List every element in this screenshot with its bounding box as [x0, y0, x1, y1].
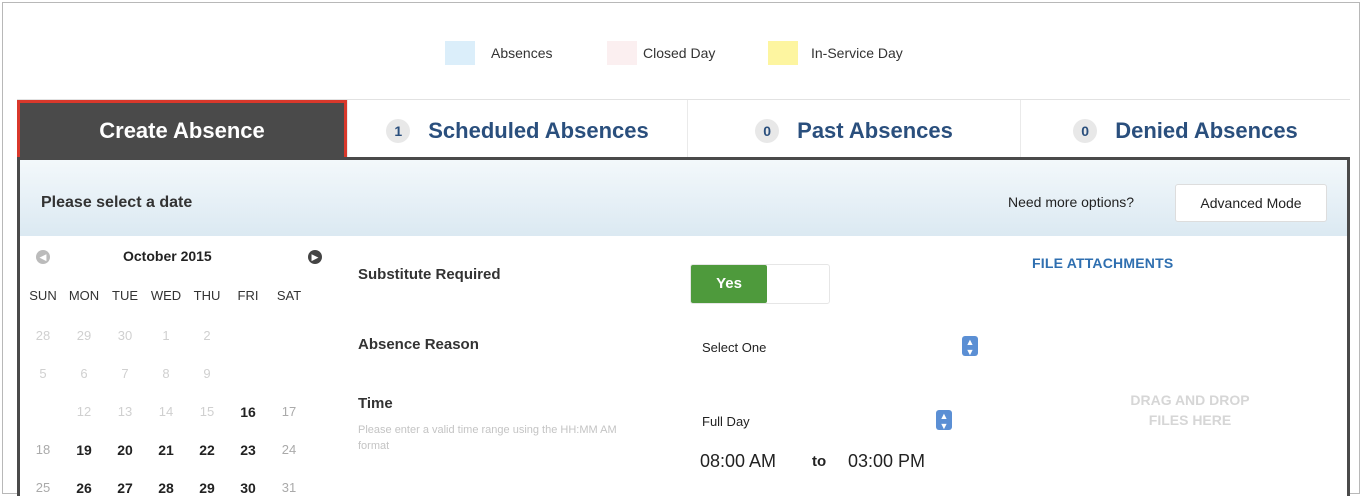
tab-past-absences[interactable]: 0 Past Absences — [687, 100, 1020, 162]
calendar-day: 18 — [35, 442, 51, 457]
calendar-day: 13 — [117, 404, 133, 419]
calendar-day[interactable]: 23 — [228, 442, 268, 458]
tab-scheduled-absences[interactable]: 1 Scheduled Absences — [347, 100, 687, 162]
calendar-day: 14 — [158, 404, 174, 419]
calendar-day[interactable]: 19 — [64, 442, 104, 458]
weekday-header: THU — [193, 288, 221, 303]
time-to-label: to — [812, 453, 827, 470]
time-format-hint: Please enter a valid time range using th… — [358, 424, 617, 452]
more-options-text: Need more options? — [1008, 194, 1135, 210]
legend-closed-day-label: Closed Day — [643, 45, 716, 61]
calendar-day: 7 — [121, 366, 129, 381]
absence-window: Absences Closed Day In-Service Day Creat… — [2, 2, 1360, 496]
panel-title: Please select a date — [41, 194, 193, 211]
drop-zone-line1: DRAG AND DROP — [1130, 392, 1250, 408]
time-range-select[interactable]: Full Day ▲ ▼ — [700, 410, 952, 434]
absence-reason-label: Absence Reason — [358, 336, 479, 353]
tab-past-absences-label: Past Absences — [797, 118, 953, 143]
past-count-badge: 0 — [755, 119, 780, 143]
create-absence-panel: Please select a date Need more options? … — [17, 157, 1350, 496]
calendar-day[interactable]: 22 — [187, 442, 227, 458]
legend-absences-label: Absences — [491, 45, 553, 61]
calendar-day: 6 — [80, 366, 88, 381]
substitute-required-label: Substitute Required — [358, 266, 501, 283]
substitute-toggle-yes: Yes — [691, 265, 767, 303]
weekday-header: FRI — [237, 288, 259, 303]
calendar-day: 5 — [39, 366, 47, 381]
end-time-input[interactable]: 03:00 PM — [848, 451, 925, 472]
time-label: Time — [358, 395, 393, 412]
drop-zone-line2: FILES HERE — [1148, 412, 1232, 428]
weekday-header: TUE — [112, 288, 138, 303]
absence-reason-select[interactable]: Select One ▲ ▼ — [700, 336, 978, 360]
calendar-day: 30 — [117, 328, 133, 343]
legend-closed-day-swatch — [607, 41, 637, 65]
calendar-day: 29 — [76, 328, 92, 343]
calendar-day: 12 — [76, 404, 92, 419]
calendar-day: 24 — [281, 442, 297, 457]
calendar-day: 31 — [281, 480, 297, 495]
calendar-day[interactable]: 28 — [146, 480, 186, 496]
prev-month-icon[interactable]: ◀ — [36, 250, 50, 264]
calendar-day[interactable]: 26 — [64, 480, 104, 496]
calendar-day[interactable]: 16 — [228, 404, 268, 420]
scheduled-count-badge: 1 — [386, 119, 411, 143]
legend: Absences Closed Day In-Service Day — [3, 41, 1359, 65]
next-month-icon[interactable]: ▶ — [308, 250, 322, 264]
denied-count-badge: 0 — [1073, 119, 1098, 143]
calendar-day[interactable]: 29 — [187, 480, 227, 496]
select-arrows-icon: ▲ ▼ — [936, 410, 952, 431]
panel-header: Please select a date Need more options? … — [20, 160, 1347, 236]
calendar-day: 2 — [203, 328, 211, 343]
start-time-input[interactable]: 08:00 AM — [700, 451, 776, 472]
calendar-day: 15 — [199, 404, 215, 419]
legend-absences-swatch — [445, 41, 475, 65]
calendar-day[interactable]: 21 — [146, 442, 186, 458]
calendar-day: 1 — [162, 328, 170, 343]
tab-create-absence-label: Create Absence — [99, 118, 265, 143]
calendar-day: 8 — [162, 366, 170, 381]
time-range-value: Full Day — [702, 414, 750, 429]
weekday-header: WED — [150, 288, 182, 303]
calendar-day: 25 — [35, 480, 51, 495]
tab-denied-absences-label: Denied Absences — [1115, 118, 1298, 143]
legend-in-service-swatch — [768, 41, 798, 65]
tab-create-absence[interactable]: Create Absence — [17, 100, 347, 162]
advanced-mode-button[interactable]: Advanced Mode — [1175, 184, 1327, 222]
calendar-day: 9 — [203, 366, 211, 381]
tab-scheduled-absences-label: Scheduled Absences — [428, 118, 649, 143]
tab-denied-absences[interactable]: 0 Denied Absences — [1020, 100, 1350, 162]
file-drop-zone[interactable]: DRAG AND DROP FILES HERE — [1050, 390, 1330, 430]
weekday-header: SAT — [276, 288, 302, 303]
calendar-day[interactable]: 30 — [228, 480, 268, 496]
calendar-day[interactable]: 20 — [105, 442, 145, 458]
legend-in-service-label: In-Service Day — [811, 45, 903, 61]
file-attachments-title: FILE ATTACHMENTS — [1032, 255, 1174, 271]
substitute-toggle[interactable]: Yes — [690, 264, 830, 304]
select-arrows-icon: ▲ ▼ — [962, 336, 978, 357]
calendar-month: October 2015 — [123, 248, 212, 264]
calendar-day: 28 — [35, 328, 51, 343]
absence-reason-value: Select One — [702, 340, 767, 355]
calendar-day: 17 — [281, 404, 297, 419]
absence-tabs: Create Absence 1 Scheduled Absences 0 Pa… — [17, 99, 1350, 162]
calendar-day[interactable]: 27 — [105, 480, 145, 496]
weekday-header: MON — [68, 288, 100, 303]
weekday-header: SUN — [29, 288, 57, 303]
